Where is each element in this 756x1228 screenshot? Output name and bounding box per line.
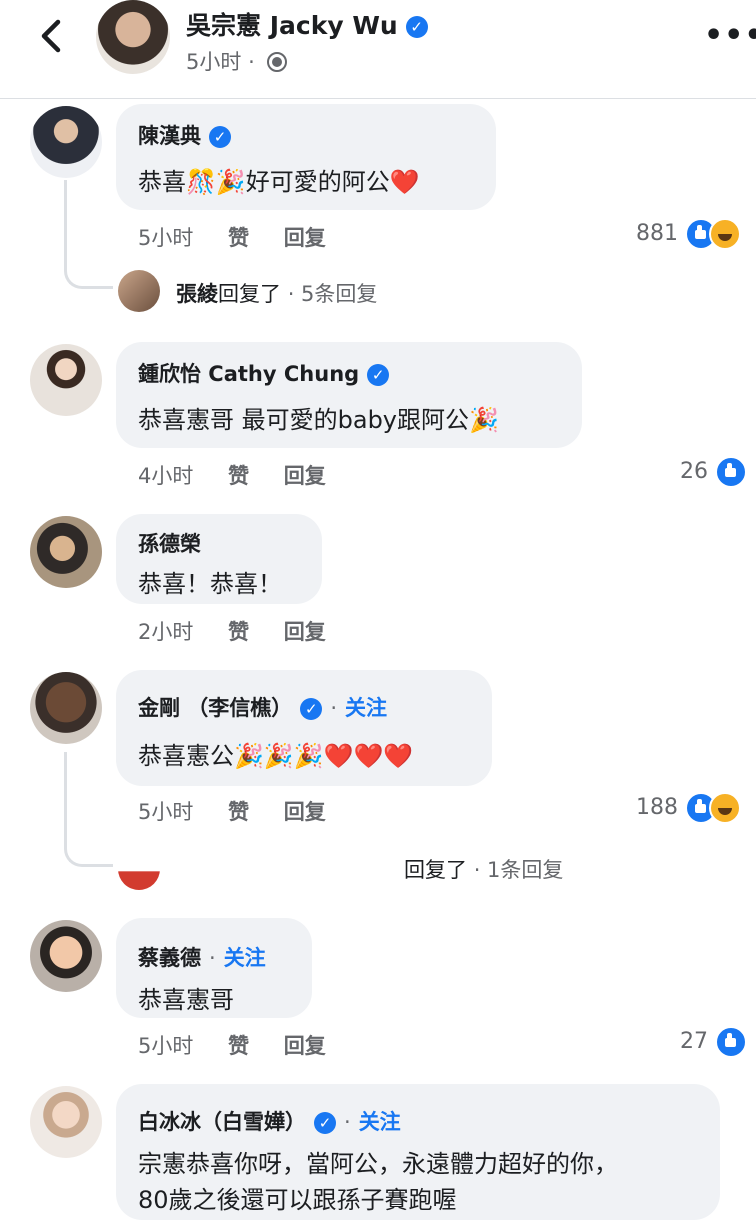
reply-thread-line xyxy=(64,180,113,289)
comment-actions: 2小时 赞 回复 xyxy=(138,616,354,646)
comment-time[interactable]: 5小时 xyxy=(138,1034,193,1058)
reply-avatar xyxy=(118,848,160,890)
post-header: 吳宗憲 Jacky Wu✓ 5小时 · ••• xyxy=(0,0,756,99)
like-button[interactable]: 赞 xyxy=(228,1034,249,1058)
comment-bubble: 白冰冰（白雪嬅） ✓ · 关注 宗憲恭喜你呀，當阿公，永遠體力超好的你， 80歲之後還… xyxy=(116,1084,720,1220)
commenter-avatar[interactable] xyxy=(30,344,102,416)
like-reaction-icon xyxy=(715,1026,747,1058)
comment-text-line: 宗憲恭喜你呀，當阿公，永遠體力超好的你， xyxy=(138,1150,618,1178)
author-avatar[interactable] xyxy=(96,0,170,74)
reaction-summary[interactable]: 188 xyxy=(636,792,741,824)
reaction-summary[interactable]: 881 xyxy=(636,218,741,250)
comment-text: 恭喜憲哥 最可愛的baby跟阿公🎉 xyxy=(138,406,499,434)
verified-badge-icon: ✓ xyxy=(405,16,428,38)
like-button[interactable]: 赞 xyxy=(228,620,249,644)
comment-time[interactable]: 4小时 xyxy=(138,464,193,488)
comment-time[interactable]: 2小时 xyxy=(138,620,193,644)
comment-text: 恭喜憲哥 xyxy=(138,986,234,1014)
comment-actions: 4小时 赞 回复 xyxy=(138,460,354,490)
comment-text-line: 80歲之後還可以跟孫子賽跑喔 xyxy=(138,1186,457,1214)
post-author-name[interactable]: 吳宗憲 Jacky Wu ✓ xyxy=(186,6,428,42)
commenter-avatar[interactable] xyxy=(30,672,102,744)
follow-button[interactable]: 关注 xyxy=(224,946,266,970)
comment-bubble: 鍾欣怡 Cathy Chung ✓ 恭喜憲哥 最可愛的baby跟阿公🎉 xyxy=(116,342,582,448)
commenter-avatar[interactable] xyxy=(30,1086,102,1158)
comment-bubble: 蔡義德 · 关注 恭喜憲哥 xyxy=(116,918,312,1018)
reaction-summary[interactable]: 26 xyxy=(680,456,747,488)
reaction-summary[interactable]: 27 xyxy=(680,1026,747,1058)
comment-text: 恭喜！恭喜！ xyxy=(138,570,282,598)
reaction-count: 27 xyxy=(680,1029,708,1054)
commenter-avatar[interactable] xyxy=(30,106,102,178)
follow-button[interactable]: 关注 xyxy=(359,1110,401,1134)
reply-button[interactable]: 回复 xyxy=(284,226,326,250)
meta-separator: · xyxy=(248,50,255,74)
commenter-name[interactable]: 蔡義德 · 关注 xyxy=(138,942,266,972)
like-reaction-icon xyxy=(715,456,747,488)
more-options-button[interactable]: ••• xyxy=(704,18,756,53)
verified-badge-icon: ✓ xyxy=(209,126,231,148)
follow-button[interactable]: 关注 xyxy=(345,696,387,720)
commenter-name[interactable]: 白冰冰（白雪嬅） ✓ · 关注 xyxy=(138,1106,401,1136)
reaction-count: 188 xyxy=(636,795,678,820)
back-arrow-icon[interactable] xyxy=(30,14,74,58)
comment-bubble: 孫德榮 恭喜！恭喜！ xyxy=(116,514,322,604)
like-button[interactable]: 赞 xyxy=(228,226,249,250)
globe-icon xyxy=(267,52,288,72)
reply-button[interactable]: 回复 xyxy=(284,800,326,824)
comment-actions: 5小时 赞 回复 xyxy=(138,1030,354,1060)
comment-actions: 5小时 赞 回复 xyxy=(138,796,354,826)
view-replies-link[interactable]: 張綾回复了 · 5条回复 xyxy=(176,278,377,308)
verified-badge-icon: ✓ xyxy=(314,1112,336,1134)
comment-bubble: 金剛 （李信樵） ✓ · 关注 恭喜憲公🎉🎉🎉❤️❤️❤️ xyxy=(116,670,492,786)
haha-reaction-icon xyxy=(709,218,741,250)
verified-badge-icon: ✓ xyxy=(367,364,390,386)
reply-thread-line xyxy=(64,752,113,867)
commenter-name[interactable]: 鍾欣怡 Cathy Chung ✓ xyxy=(138,358,390,388)
reply-button[interactable]: 回复 xyxy=(284,464,326,488)
commenter-avatar[interactable] xyxy=(30,920,102,992)
comment-actions: 5小时 赞 回复 xyxy=(138,222,354,252)
reply-avatar xyxy=(118,270,160,312)
like-button[interactable]: 赞 xyxy=(228,464,249,488)
comment-text: 恭喜🎊🎉好可愛的阿公❤️ xyxy=(138,168,420,196)
reaction-count: 881 xyxy=(636,221,678,246)
post-meta: 5小时 · xyxy=(186,46,288,76)
commenter-name[interactable]: 陳漢典 ✓ xyxy=(138,120,231,150)
comment-text: 恭喜憲公🎉🎉🎉❤️❤️❤️ xyxy=(138,742,414,770)
commenter-name[interactable]: 金剛 （李信樵） ✓ · 关注 xyxy=(138,692,387,722)
comment-bubble: 陳漢典 ✓ 恭喜🎊🎉好可愛的阿公❤️ xyxy=(116,104,496,210)
view-replies-link[interactable]: 回复了 · 1条回复 xyxy=(404,854,563,884)
comment-time[interactable]: 5小时 xyxy=(138,800,193,824)
reply-button[interactable]: 回复 xyxy=(284,620,326,644)
comment-time[interactable]: 5小时 xyxy=(138,226,193,250)
reply-button[interactable]: 回复 xyxy=(284,1034,326,1058)
commenter-name[interactable]: 孫德榮 xyxy=(138,528,201,558)
verified-badge-icon: ✓ xyxy=(300,698,323,720)
reaction-count: 26 xyxy=(680,459,708,484)
commenter-avatar[interactable] xyxy=(30,516,102,588)
haha-reaction-icon xyxy=(709,792,741,824)
post-time[interactable]: 5小时 xyxy=(186,50,241,74)
like-button[interactable]: 赞 xyxy=(228,800,249,824)
